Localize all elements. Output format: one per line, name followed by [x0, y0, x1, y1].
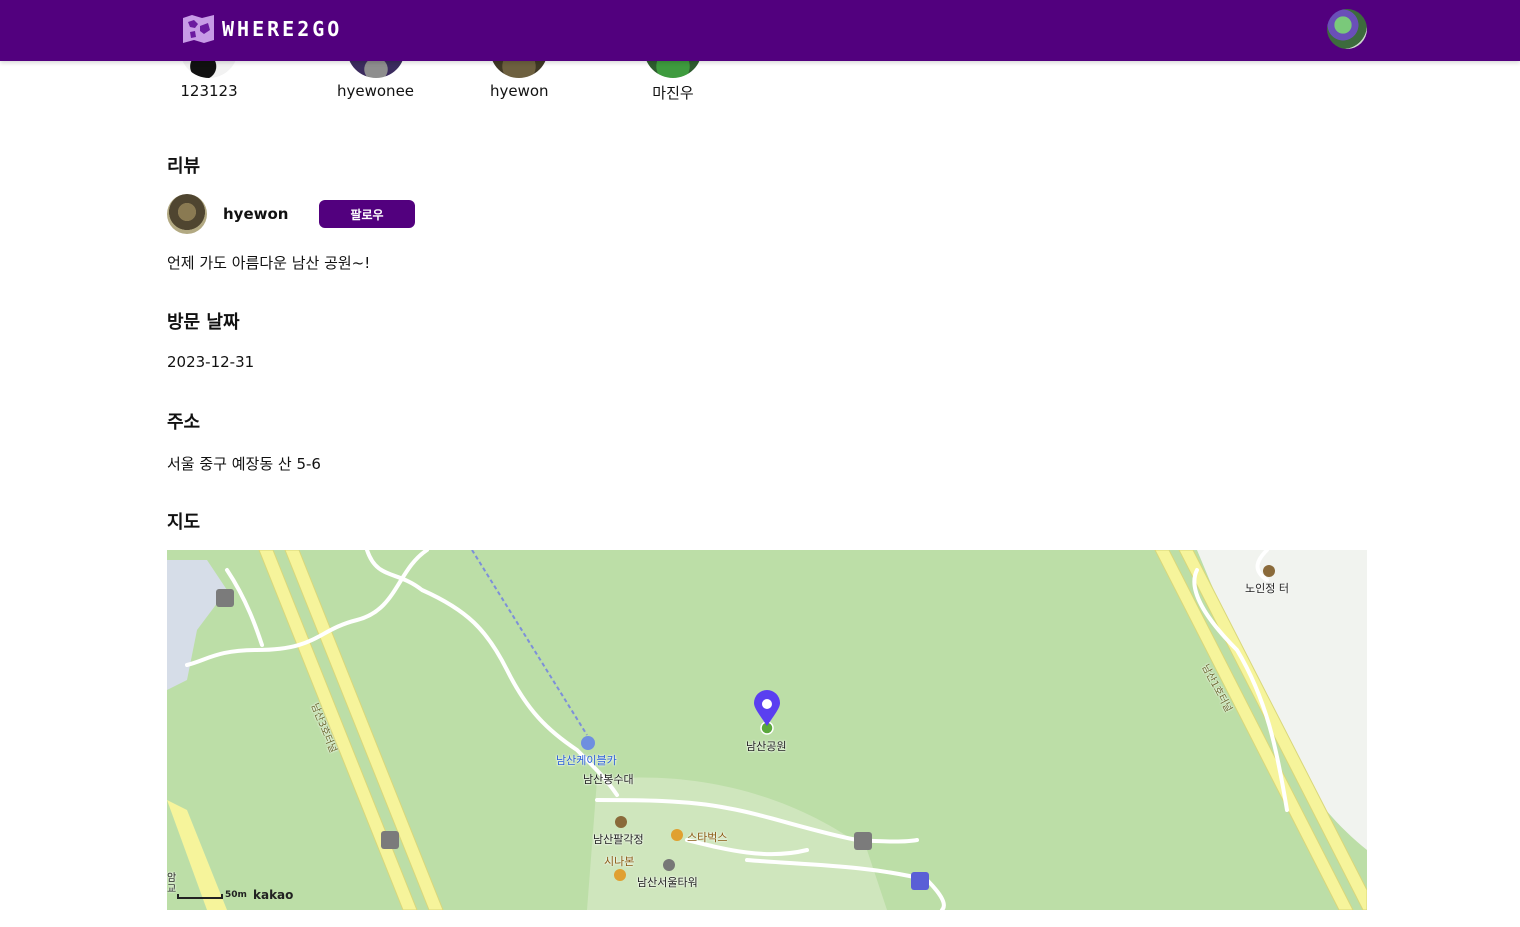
map-label-starbucks: 스타벅스	[687, 831, 728, 844]
visit-date-title: 방문 날짜	[167, 312, 240, 333]
map-label-edge: 암 교	[167, 873, 177, 895]
follower-name: 마진우	[652, 84, 694, 102]
map-label-cablecar: 남산케이블카	[556, 754, 617, 767]
map-brand-logo[interactable]: kakao	[253, 888, 293, 902]
address-title: 주소	[167, 412, 201, 433]
review-text: 언제 가도 아름다운 남산 공원~!	[167, 254, 371, 272]
top-header: WHERE2GO	[0, 0, 1520, 61]
follower-name: hyewonee	[337, 82, 415, 100]
logo[interactable]: WHERE2GO	[180, 12, 342, 46]
map-label-senior: 노인정 터	[1245, 582, 1289, 595]
map-label-beacon: 남산봉수대	[583, 773, 634, 786]
review-author: hyewon 팔로우	[167, 194, 415, 234]
address-value: 서울 중구 예장동 산 5-6	[167, 455, 321, 473]
review-title: 리뷰	[167, 156, 201, 177]
map-canvas	[167, 550, 1367, 910]
follower-name: 123123	[180, 82, 238, 100]
follower-name: hyewon	[490, 82, 549, 100]
world-map-icon	[183, 15, 214, 43]
visit-date-value: 2023-12-31	[167, 353, 255, 371]
profile-avatar[interactable]	[1327, 9, 1367, 49]
map-marker-label: 남산공원	[746, 740, 787, 753]
map-label-tower: 남산서울타워	[637, 876, 698, 889]
map-label-pavilion: 남산팔각정	[593, 833, 644, 846]
logo-text: WHERE2GO	[222, 17, 343, 41]
map-scale-label: 50m	[225, 890, 247, 900]
map-view[interactable]: 남산공원 남산케이블카 남산봉수대 남산팔각정 스타벅스 시나본 남산서울타워 …	[167, 550, 1367, 910]
map-label-shinabon: 시나본	[604, 855, 635, 868]
map-title: 지도	[167, 512, 201, 533]
avatar[interactable]	[167, 194, 207, 234]
review-username[interactable]: hyewon	[223, 205, 319, 223]
follow-button[interactable]: 팔로우	[319, 200, 415, 228]
map-scale-bar	[177, 894, 223, 899]
